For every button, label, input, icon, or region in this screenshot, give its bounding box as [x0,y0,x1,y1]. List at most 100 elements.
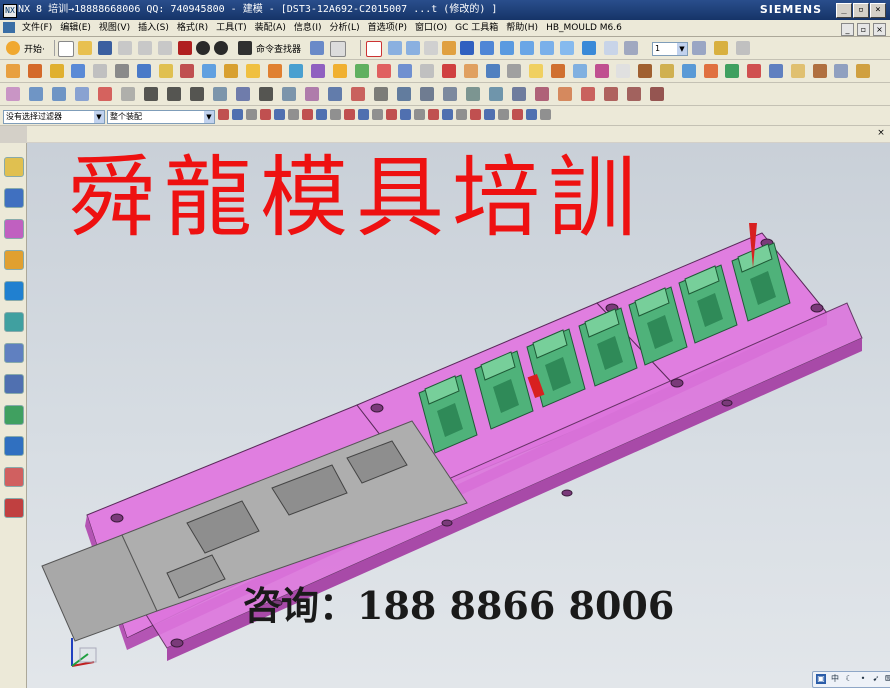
feature-tool-icon[interactable] [420,64,435,78]
menu-item-11[interactable]: GC 工具箱 [451,20,502,36]
dot-icon[interactable]: • [858,674,868,684]
curve-tool-icon[interactable] [213,87,227,101]
menu-item-12[interactable]: 帮助(H) [502,20,542,36]
type-filter-select[interactable]: 没有选择过滤器 ▼ [3,110,105,124]
menu-item-10[interactable]: 窗口(O) [411,20,451,36]
minimize-button[interactable]: _ [836,3,852,18]
snap-point-icon[interactable] [274,109,285,120]
curve-tool-icon[interactable] [466,87,480,101]
feature-tool-icon[interactable] [158,64,173,78]
chevron-down-icon[interactable]: ▼ [677,43,687,55]
feature-tool-icon[interactable] [507,64,522,78]
feature-tool-icon[interactable] [660,64,674,78]
snap-point-icon[interactable] [232,109,243,120]
menu-item-1[interactable]: 编辑(E) [56,20,95,36]
menu-item-2[interactable]: 视图(V) [95,20,134,36]
feature-tool-icon[interactable] [529,64,544,78]
hidden-edges-icon[interactable] [540,41,554,55]
resource-bar-icon[interactable] [4,312,24,332]
arrow-icon[interactable]: ➹ [871,674,881,684]
snap-point-icon[interactable] [498,109,509,120]
window-icon[interactable] [330,41,346,57]
feature-tool-icon[interactable] [224,64,238,78]
snap-point-icon[interactable] [358,109,369,120]
snap-point-icon[interactable] [218,109,229,120]
copy-icon[interactable] [138,41,152,55]
snap-point-icon[interactable] [414,109,425,120]
open-folder-icon[interactable] [78,41,92,55]
doc-close-icon[interactable]: × [873,23,886,36]
feature-tool-icon[interactable] [27,64,42,78]
keyboard-icon[interactable]: ⌨ [885,674,890,684]
snap-point-icon[interactable] [288,109,299,120]
curve-tool-icon[interactable] [259,87,273,101]
work-layer-select[interactable]: 1 ▼ [652,42,688,56]
resource-bar-icon[interactable] [4,405,24,425]
resource-bar-icon[interactable] [4,467,24,487]
curve-tool-icon[interactable] [6,87,20,101]
chevron-down-icon[interactable]: ▼ [204,111,214,123]
resource-bar-icon[interactable] [4,157,24,177]
feature-tool-icon[interactable] [856,64,871,78]
curve-tool-icon[interactable] [351,87,365,101]
feature-tool-icon[interactable] [551,64,565,78]
paste-icon[interactable] [158,41,172,55]
curve-tool-icon[interactable] [236,87,250,101]
snap-point-icon[interactable] [260,109,271,120]
snap-point-icon[interactable] [428,109,439,120]
resource-bar-icon[interactable] [4,436,24,456]
menu-item-5[interactable]: 工具(T) [212,20,251,36]
feature-tool-icon[interactable] [834,64,849,78]
maximize-button[interactable]: ▫ [853,3,869,18]
feature-tool-icon[interactable] [376,64,391,78]
feature-tool-icon[interactable] [725,64,740,78]
save-icon[interactable] [98,41,112,55]
curve-tool-icon[interactable] [29,87,43,101]
orient-view-icon[interactable] [460,41,474,55]
feature-tool-icon[interactable] [638,64,653,78]
shaded-edges-icon[interactable] [500,41,514,55]
curve-tool-icon[interactable] [512,87,526,101]
curve-tool-icon[interactable] [98,87,112,101]
feature-tool-icon[interactable] [71,64,86,78]
menu-item-7[interactable]: 信息(I) [290,20,326,36]
snap-point-icon[interactable] [316,109,327,120]
resource-bar-icon[interactable] [4,343,24,363]
feature-tool-icon[interactable] [354,64,369,78]
resource-bar-icon[interactable] [4,281,24,301]
feature-tool-icon[interactable] [245,64,260,78]
feature-tool-icon[interactable] [6,64,20,78]
new-file-icon[interactable] [58,41,74,57]
snap-point-icon[interactable] [512,109,523,120]
start-icon[interactable] [6,41,20,55]
feature-tool-icon[interactable] [594,64,609,78]
snap-point-icon[interactable] [302,109,313,120]
feature-tool-icon[interactable] [790,64,805,78]
feature-tool-icon[interactable] [49,64,64,78]
snap-point-icon[interactable] [470,109,481,120]
show-hide-icon[interactable] [604,41,618,55]
feature-tool-icon[interactable] [572,64,587,78]
feature-tool-icon[interactable] [398,64,413,78]
curve-tool-icon[interactable] [305,87,319,101]
snap-point-icon[interactable] [246,109,257,120]
wireframe-icon[interactable] [520,41,534,55]
feature-tool-icon[interactable] [115,64,129,78]
feature-tool-icon[interactable] [769,64,783,78]
snap-point-icon[interactable] [372,109,383,120]
section-icon[interactable] [582,41,596,55]
layer-settings-icon[interactable] [692,41,706,55]
feature-tool-icon[interactable] [289,64,304,78]
curve-tool-icon[interactable] [604,87,618,101]
close-button[interactable]: × [870,3,886,18]
curve-tool-icon[interactable] [443,87,457,101]
curve-tool-icon[interactable] [374,87,388,101]
menu-item-6[interactable]: 装配(A) [251,20,290,36]
curve-tool-icon[interactable] [397,87,411,101]
rotate-icon[interactable] [442,41,456,55]
snap-point-icon[interactable] [540,109,551,120]
snap-point-icon[interactable] [330,109,341,120]
curve-tool-icon[interactable] [650,87,664,101]
curve-tool-icon[interactable] [489,87,503,101]
fit-view-icon[interactable] [366,41,382,57]
